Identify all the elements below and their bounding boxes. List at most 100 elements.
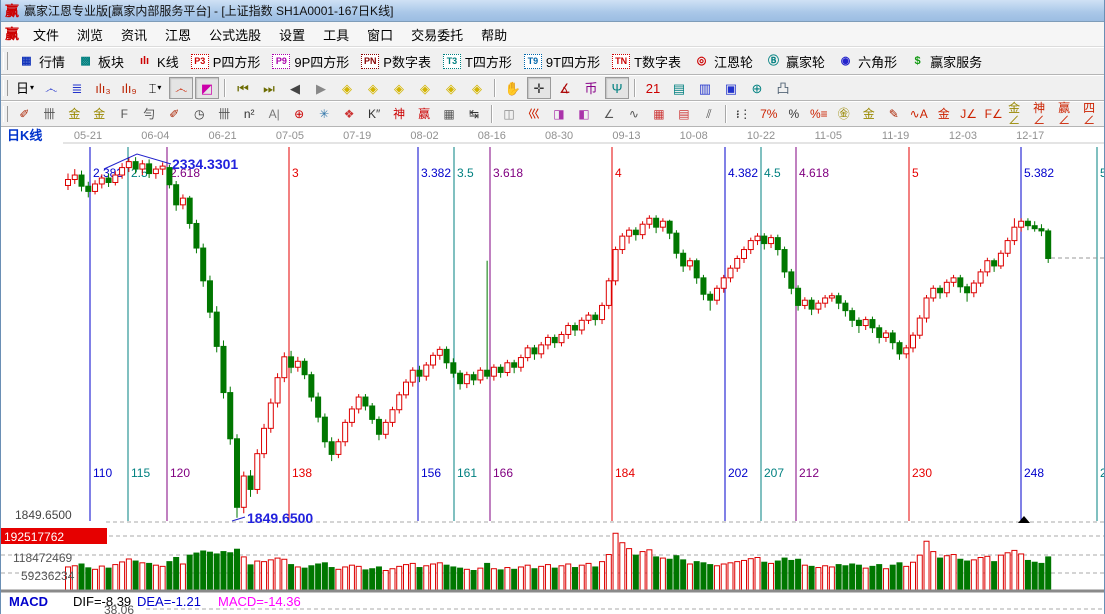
candle[interactable] xyxy=(275,373,280,407)
candle[interactable] xyxy=(633,227,638,240)
menu-item-5[interactable]: 设置 xyxy=(270,25,314,44)
candle[interactable] xyxy=(262,424,267,458)
candle[interactable] xyxy=(992,258,997,271)
candle[interactable] xyxy=(924,295,929,323)
candle[interactable] xyxy=(897,340,902,359)
candle[interactable] xyxy=(714,285,719,304)
candle[interactable] xyxy=(944,279,949,297)
draw-f-fence-icon[interactable]: F xyxy=(113,103,136,125)
行情-button[interactable]: ▦行情 xyxy=(12,51,71,72)
menu-item-7[interactable]: 窗口 xyxy=(358,25,402,44)
candle[interactable] xyxy=(660,218,665,231)
candle[interactable] xyxy=(931,285,936,301)
draw-ying-icon[interactable]: 赢 xyxy=(413,103,436,125)
candle[interactable] xyxy=(748,238,753,254)
P数字表-button[interactable]: PNP数字表 xyxy=(355,51,437,72)
draw-starweb-icon[interactable]: ✳ xyxy=(313,103,336,125)
candle[interactable] xyxy=(890,330,895,349)
candle[interactable] xyxy=(464,372,469,388)
draw-wave-icon[interactable]: ∿A xyxy=(907,103,930,125)
chart9-icon[interactable]: ılı₉ xyxy=(117,77,141,99)
P四方形-button[interactable]: P3P四方形 xyxy=(185,51,267,72)
candle[interactable] xyxy=(153,166,158,179)
candle[interactable] xyxy=(836,293,841,309)
candle[interactable] xyxy=(93,180,98,194)
candle[interactable] xyxy=(437,346,442,359)
draw-shenangle-icon[interactable]: 神∠ xyxy=(1032,103,1055,125)
menu-item-0[interactable]: 文件 xyxy=(24,25,68,44)
star-diamond-icon[interactable]: ◈ xyxy=(439,77,463,99)
candle[interactable] xyxy=(687,258,692,271)
menu-item-2[interactable]: 资讯 xyxy=(112,25,156,44)
move-diamond-icon[interactable]: ◈ xyxy=(465,77,489,99)
T四方形-button[interactable]: T3T四方形 xyxy=(437,51,518,72)
draw-cycle-icon[interactable]: ◷ xyxy=(188,103,211,125)
candle[interactable] xyxy=(938,285,943,298)
zoom-in-h-icon[interactable]: ◈ xyxy=(361,77,385,99)
menu-item-8[interactable]: 交易委托 xyxy=(402,25,472,44)
candle[interactable] xyxy=(505,360,510,376)
candle[interactable] xyxy=(160,162,165,175)
draw-angles-icon[interactable]: ∠ xyxy=(597,103,620,125)
candle[interactable] xyxy=(681,250,686,272)
menu-item-3[interactable]: 江恩 xyxy=(156,25,200,44)
draw-goldcircle-icon[interactable]: ㊎ xyxy=(832,103,855,125)
candle[interactable] xyxy=(958,275,963,293)
candle[interactable] xyxy=(444,346,449,368)
candle[interactable] xyxy=(376,416,381,440)
draw-gold-fence-icon[interactable]: 金 xyxy=(63,103,86,125)
candle[interactable] xyxy=(248,470,253,497)
candle[interactable] xyxy=(802,297,807,309)
zoom-out-h-icon[interactable]: ◈ xyxy=(335,77,359,99)
candle[interactable] xyxy=(174,181,179,211)
colored-hist-icon[interactable]: ◩ xyxy=(195,77,219,99)
candle[interactable] xyxy=(1005,238,1010,257)
draw-redgrid-icon[interactable]: ▦ xyxy=(647,103,670,125)
draw-yingangle-icon[interactable]: 赢∠ xyxy=(1057,103,1080,125)
candle[interactable] xyxy=(478,367,483,383)
draw-squareweb-icon[interactable]: ❖ xyxy=(338,103,361,125)
title-bar[interactable]: 赢 赢家江恩专业版[赢家内部服务平台] - [上证指数 SH1A0001-167… xyxy=(1,0,1105,22)
candle[interactable] xyxy=(654,215,659,233)
candle[interactable] xyxy=(518,355,523,372)
toolbar-grip[interactable] xyxy=(3,52,8,70)
last-bar-icon[interactable]: ⏭ xyxy=(257,77,281,99)
expand-h-icon[interactable]: ◈ xyxy=(387,77,411,99)
candle[interactable] xyxy=(491,364,496,380)
draw-jangle-icon[interactable]: J∠ xyxy=(957,103,980,125)
gann-tool-icon[interactable]: 币 xyxy=(579,77,603,99)
candle[interactable] xyxy=(1039,224,1044,236)
9P四方形-button[interactable]: P99P四方形 xyxy=(266,51,355,72)
candle[interactable] xyxy=(843,300,848,316)
candle[interactable] xyxy=(640,221,645,239)
candle[interactable] xyxy=(667,220,672,239)
draw-plan-icon[interactable]: ◫ xyxy=(498,103,521,125)
candle[interactable] xyxy=(742,247,747,263)
candle[interactable] xyxy=(911,332,916,352)
toolbar-grip[interactable] xyxy=(3,80,8,97)
calendar-21-icon[interactable]: 21 xyxy=(641,77,665,99)
candle[interactable] xyxy=(579,317,584,334)
draw-spiral-icon[interactable]: 勻 xyxy=(138,103,161,125)
candle[interactable] xyxy=(1012,218,1017,245)
candle[interactable] xyxy=(268,399,273,433)
candle[interactable] xyxy=(363,394,368,410)
candle[interactable] xyxy=(485,261,490,379)
crosshair-icon[interactable]: ✛ xyxy=(527,77,551,99)
draw-knife-icon[interactable]: ✐ xyxy=(163,103,186,125)
candle[interactable] xyxy=(343,419,348,446)
candle[interactable] xyxy=(539,342,544,358)
candle[interactable] xyxy=(356,394,361,413)
hand-icon[interactable]: ✋ xyxy=(501,77,525,99)
candle[interactable] xyxy=(850,308,855,327)
draw-pct7-icon[interactable]: 7% xyxy=(757,103,780,125)
draw-kmark-icon[interactable]: K″ xyxy=(363,103,386,125)
candle[interactable] xyxy=(1046,229,1051,263)
candle[interactable] xyxy=(606,278,611,309)
candle[interactable] xyxy=(458,370,463,389)
chart-area[interactable]: 05-2106-0406-2107-0507-1908-0208-1608-30… xyxy=(1,127,1105,614)
candle[interactable] xyxy=(498,364,503,377)
candle[interactable] xyxy=(228,387,233,445)
candle[interactable] xyxy=(424,362,429,381)
draw-brush-icon[interactable]: ✎ xyxy=(882,103,905,125)
